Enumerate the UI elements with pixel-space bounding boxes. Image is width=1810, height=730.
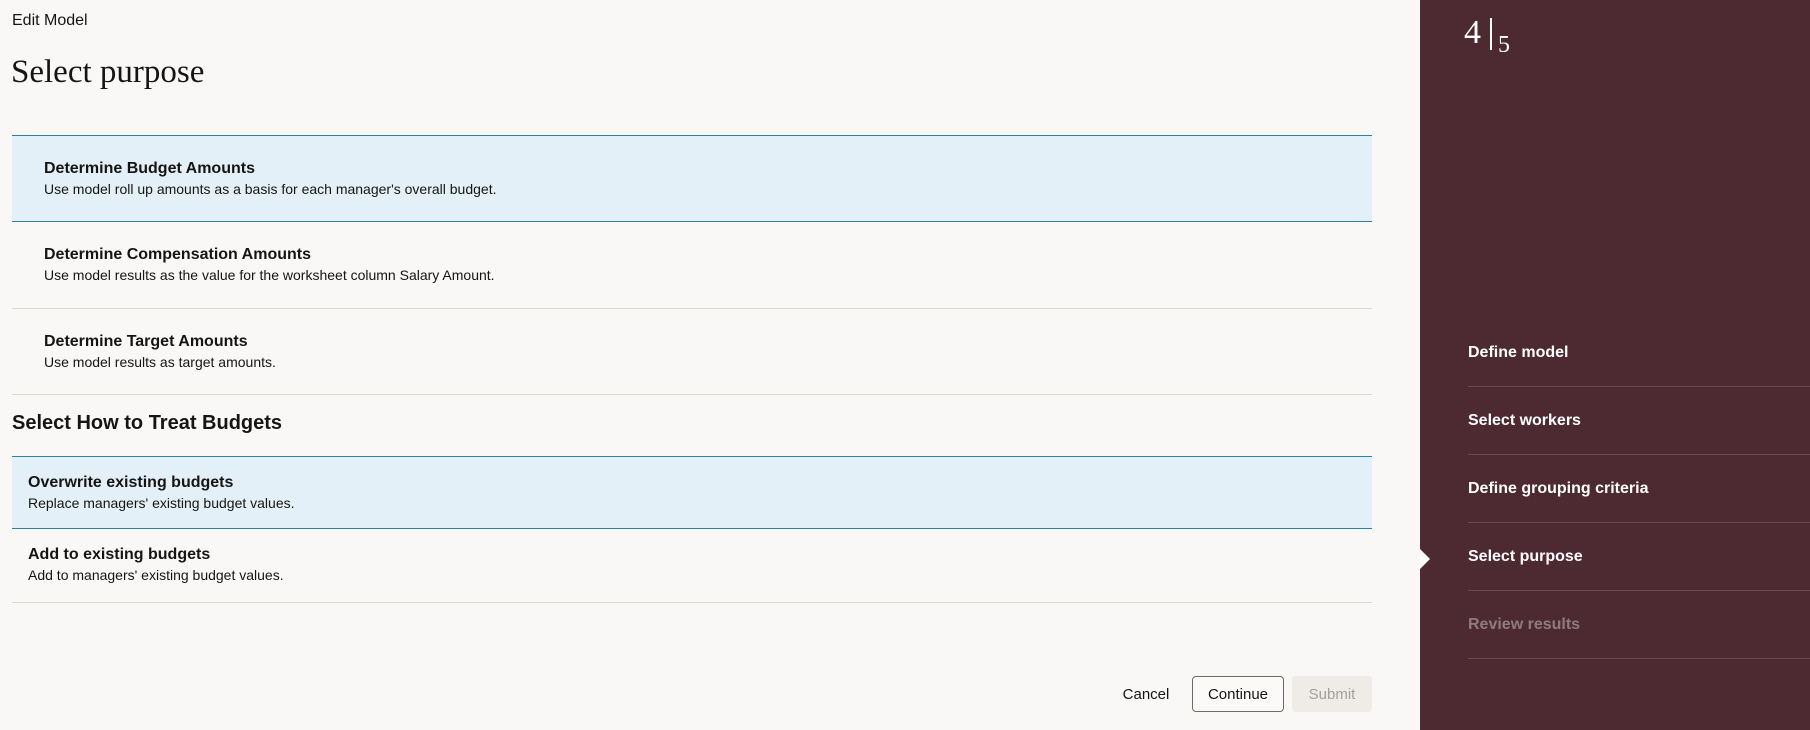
option-description: Use model results as target amounts. (44, 354, 276, 370)
budget-option-add[interactable]: Add to existing budgets Add to managers'… (12, 529, 1372, 603)
option-title: Add to existing budgets (28, 546, 211, 563)
option-description: Replace managers' existing budget values… (28, 495, 295, 511)
step-select-workers[interactable]: Select workers (1468, 387, 1810, 455)
step-select-purpose[interactable]: Select purpose (1468, 523, 1810, 591)
step-list: Define model Select workers Define group… (1468, 319, 1810, 659)
guided-process-sidebar: 4 5 Define model Select workers Define g… (1420, 0, 1810, 730)
submit-button: Submit (1292, 676, 1372, 712)
cancel-button[interactable]: Cancel (1112, 676, 1180, 712)
total-steps-number: 5 (1498, 32, 1510, 58)
continue-button[interactable]: Continue (1192, 676, 1284, 712)
purpose-option-budget-amounts[interactable]: Determine Budget Amounts Use model roll … (12, 135, 1372, 222)
current-step-pointer-icon (1420, 549, 1430, 569)
option-title: Determine Compensation Amounts (44, 246, 311, 263)
step-review-results: Review results (1468, 591, 1810, 659)
purpose-option-compensation-amounts[interactable]: Determine Compensation Amounts Use model… (12, 222, 1372, 309)
page-title: Select purpose (11, 54, 205, 90)
option-description: Use model results as the value for the w… (44, 267, 495, 283)
option-title: Determine Target Amounts (44, 333, 248, 350)
option-description: Use model roll up amounts as a basis for… (44, 181, 497, 197)
current-step-number: 4 (1464, 14, 1481, 51)
budget-option-overwrite[interactable]: Overwrite existing budgets Replace manag… (12, 456, 1372, 529)
step-define-grouping-criteria[interactable]: Define grouping criteria (1468, 455, 1810, 523)
section-title-budgets: Select How to Treat Budgets (12, 412, 283, 434)
option-title: Determine Budget Amounts (44, 160, 255, 177)
option-title: Overwrite existing budgets (28, 474, 234, 491)
option-description: Add to managers' existing budget values. (28, 567, 284, 583)
step-define-model[interactable]: Define model (1468, 319, 1810, 387)
main-content: Edit Model Select purpose Determine Budg… (0, 0, 1420, 730)
step-counter-divider (1490, 18, 1492, 50)
breadcrumb: Edit Model (12, 12, 88, 29)
purpose-option-target-amounts[interactable]: Determine Target Amounts Use model resul… (12, 309, 1372, 395)
